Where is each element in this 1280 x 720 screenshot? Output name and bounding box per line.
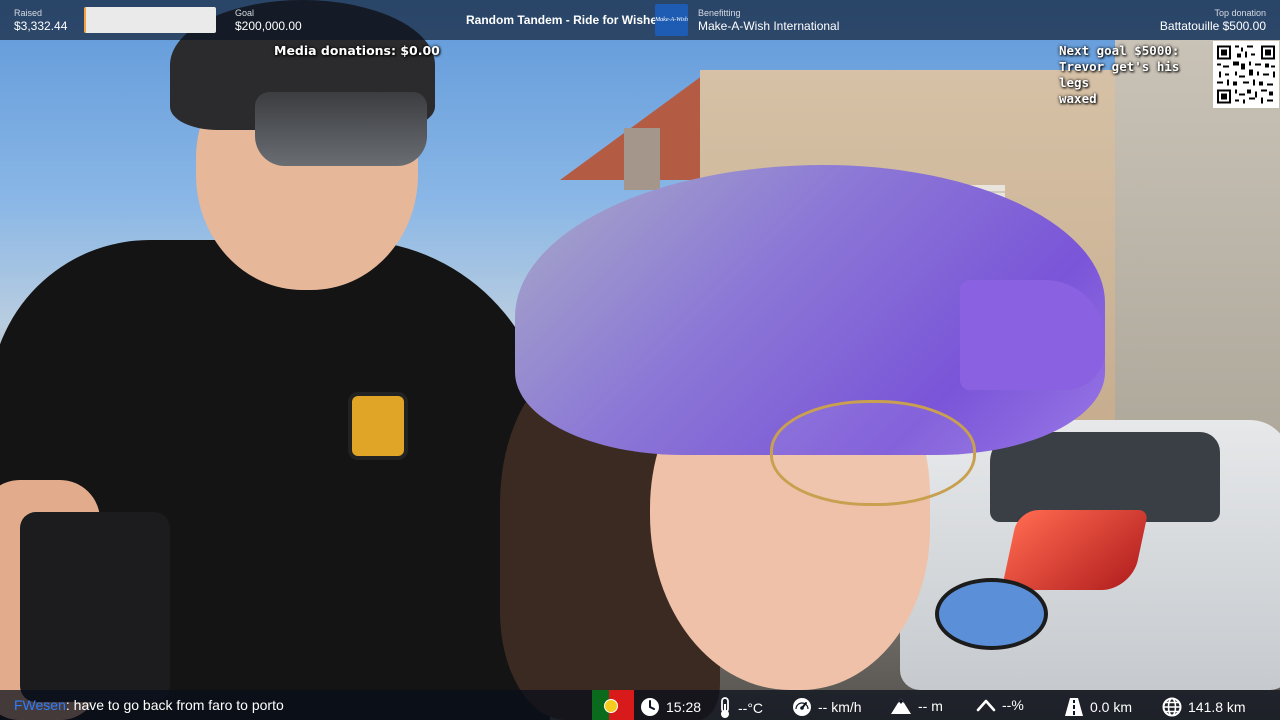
mounted-phone <box>20 512 170 702</box>
donation-top-bar: Raised $3,332.44 Goal $200,000.00 Random… <box>0 0 1280 40</box>
next-goal-text: Next goal $5000: Trevor get's his legs w… <box>1059 43 1214 107</box>
car-taillight <box>1001 510 1149 590</box>
clock-icon <box>641 698 659 716</box>
chat-text: have to go back from faro to porto <box>73 697 284 713</box>
thermometer-icon <box>721 697 729 718</box>
next-goal-line: Trevor get's his legs <box>1059 59 1180 90</box>
flag-emblem <box>604 699 618 713</box>
road-icon <box>1065 698 1083 716</box>
lapel-microphone <box>348 392 408 460</box>
helmet-visor <box>960 280 1105 390</box>
speed-value: -- km/h <box>818 699 862 715</box>
video-feed <box>0 0 1280 720</box>
rider-back-sunglasses <box>255 92 427 166</box>
total-distance-value: 141.8 km <box>1188 699 1246 715</box>
car-rear-window <box>990 432 1220 522</box>
time-value: 15:28 <box>666 699 702 715</box>
event-title: Random Tandem - Ride for Wishes <box>466 13 664 27</box>
top-donation-stat: Top donation Battatouille $500.00 <box>1160 8 1266 34</box>
donation-progress-fill <box>84 7 87 33</box>
bike-mirror <box>935 578 1048 650</box>
incline-icon <box>976 699 996 712</box>
elevation-readout: -- m <box>890 697 943 715</box>
chat-username[interactable]: FWesen <box>14 697 66 713</box>
temperature-value: --°C <box>738 700 764 716</box>
grade-readout: --% <box>976 697 1024 713</box>
benefitting-label: Benefitting <box>698 8 741 18</box>
goal-label: Goal <box>235 8 255 18</box>
time-readout: 15:28 <box>640 697 701 717</box>
grade-value: --% <box>1002 697 1024 713</box>
make-a-wish-logo: Make-A-Wish <box>655 4 688 36</box>
trip-distance-readout: 0.0 km <box>1064 697 1132 717</box>
benefitting-value: Make-A-Wish International <box>698 19 840 33</box>
chat-separator: : <box>65 697 70 713</box>
raised-label: Raised <box>14 8 43 18</box>
media-donations-text: Media donations: $0.00 <box>274 43 440 58</box>
top-donation-label: Top donation <box>1214 8 1266 18</box>
speedometer-icon <box>793 698 811 716</box>
goal-stat: Goal $200,000.00 <box>235 8 302 34</box>
next-goal-line: Next goal $5000: <box>1059 43 1180 58</box>
qr-code-icon[interactable] <box>1213 41 1279 108</box>
donation-progress-bar <box>84 7 216 33</box>
globe-icon <box>1162 697 1182 717</box>
total-distance-readout: 141.8 km <box>1162 697 1246 717</box>
elevation-value: -- m <box>918 698 943 714</box>
temperature-readout: --°C <box>718 697 763 719</box>
mountain-icon <box>891 698 911 714</box>
top-donation-value: Battatouille $500.00 <box>1159 19 1266 33</box>
portugal-flag-icon <box>592 690 634 720</box>
raised-value: $3,332.44 <box>14 19 68 33</box>
qr-code-graphic <box>1213 41 1279 108</box>
trip-distance-value: 0.0 km <box>1090 699 1133 715</box>
speed-readout: -- km/h <box>792 697 862 717</box>
rider-front-glasses <box>770 400 976 506</box>
chat-message: FWesen: have to go back from faro to por… <box>14 697 284 713</box>
benefitting-stat: Benefitting Make-A-Wish International <box>698 8 839 34</box>
chimney <box>624 128 660 190</box>
next-goal-line: waxed <box>1059 91 1097 106</box>
goal-value: $200,000.00 <box>235 19 302 33</box>
raised-stat: Raised $3,332.44 <box>14 8 67 34</box>
